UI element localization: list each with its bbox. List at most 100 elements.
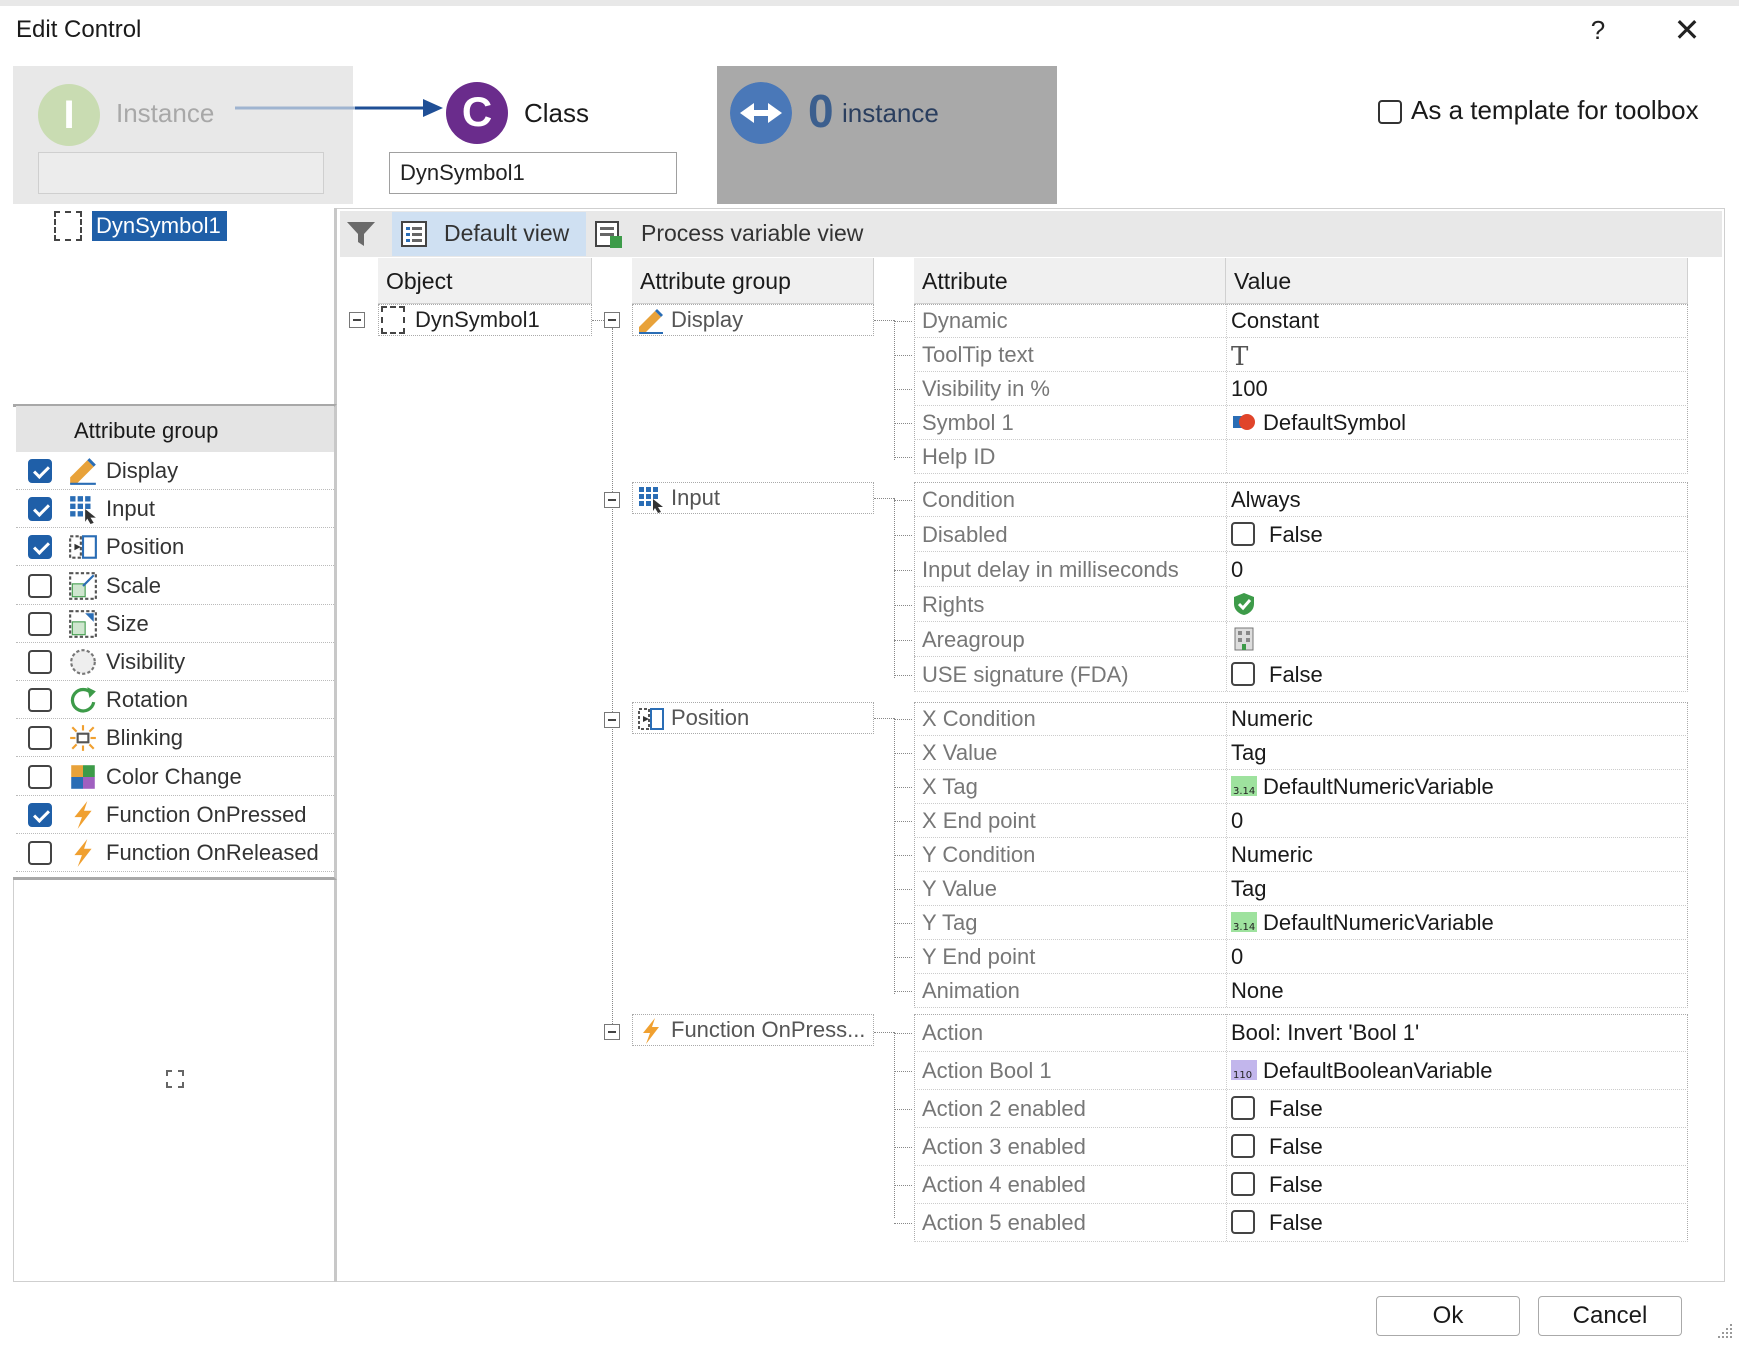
attribute-group-checkbox-function-onpressed[interactable]: [28, 802, 52, 827]
value-checkbox[interactable]: [1231, 662, 1255, 687]
attribute-value[interactable]: 3.14 DefaultNumericVariable: [1231, 910, 1494, 936]
collapse-position-toggle[interactable]: [604, 712, 620, 728]
attribute-value[interactable]: 0: [1231, 557, 1243, 583]
tree-group-display[interactable]: Display: [632, 304, 874, 336]
attribute-group-row[interactable]: Input: [16, 490, 334, 529]
attribute-group-row[interactable]: Visibility: [16, 643, 334, 681]
attribute-row[interactable]: Y Condition Numeric: [914, 838, 1688, 872]
process-variable-view-button[interactable]: Process variable view: [641, 220, 863, 247]
value-checkbox[interactable]: [1231, 1096, 1255, 1121]
attribute-group-checkbox-position[interactable]: [28, 535, 52, 560]
attribute-row[interactable]: Action 4 enabled False: [914, 1166, 1688, 1204]
attribute-value[interactable]: Numeric: [1231, 842, 1313, 868]
attribute-value[interactable]: 3.14 DefaultNumericVariable: [1231, 774, 1494, 800]
attribute-row[interactable]: X Value Tag: [914, 736, 1688, 770]
attribute-row[interactable]: Y Tag 3.14 DefaultNumericVariable: [914, 906, 1688, 940]
attribute-group-row[interactable]: Display: [16, 452, 334, 490]
attribute-row[interactable]: Symbol 1 DefaultSymbol: [914, 406, 1688, 440]
value-checkbox[interactable]: [1231, 1134, 1255, 1159]
attribute-group-checkbox-blinking[interactable]: [28, 726, 52, 751]
attribute-row[interactable]: X Tag 3.14 DefaultNumericVariable: [914, 770, 1688, 804]
attribute-value[interactable]: False: [1231, 662, 1323, 688]
attribute-row[interactable]: Visibility in % 100: [914, 372, 1688, 406]
attribute-value[interactable]: False: [1231, 1096, 1323, 1122]
attribute-group-row[interactable]: Position: [16, 528, 334, 567]
collapse-object-toggle[interactable]: [349, 312, 365, 328]
attribute-row[interactable]: Dynamic Constant: [914, 304, 1688, 338]
value-checkbox[interactable]: [1231, 1210, 1255, 1235]
attribute-value[interactable]: Bool: Invert 'Bool 1': [1231, 1020, 1419, 1046]
attribute-row[interactable]: Areagroup: [914, 622, 1688, 657]
attribute-row[interactable]: Condition Always: [914, 482, 1688, 517]
tree-object-cell[interactable]: DynSymbol1: [378, 304, 592, 336]
tree-group-position[interactable]: Position: [632, 702, 874, 734]
attribute-row[interactable]: X End point 0: [914, 804, 1688, 838]
attribute-value[interactable]: Always: [1231, 487, 1301, 513]
attribute-group-row[interactable]: Scale: [16, 567, 334, 605]
attribute-group-row[interactable]: Function OnPressed: [16, 796, 334, 834]
object-tree-item-selected[interactable]: DynSymbol1: [92, 211, 227, 241]
resize-grip-icon[interactable]: [1716, 1322, 1734, 1340]
close-button[interactable]: ✕: [1662, 10, 1712, 50]
attribute-row[interactable]: Action 5 enabled False: [914, 1204, 1688, 1242]
class-name-input[interactable]: DynSymbol1: [389, 152, 677, 194]
attribute-value[interactable]: False: [1231, 1134, 1323, 1160]
filter-icon[interactable]: [345, 218, 377, 250]
attribute-row[interactable]: Y End point 0: [914, 940, 1688, 974]
ok-button[interactable]: Ok: [1376, 1296, 1520, 1336]
attribute-value[interactable]: Constant: [1231, 308, 1319, 334]
attribute-value[interactable]: False: [1231, 522, 1323, 548]
attribute-value[interactable]: None: [1231, 978, 1284, 1004]
attribute-row[interactable]: Action Bool: Invert 'Bool 1': [914, 1014, 1688, 1052]
attribute-group-checkbox-display[interactable]: [28, 459, 52, 483]
attribute-value[interactable]: False: [1231, 1210, 1323, 1236]
collapse-function-toggle[interactable]: [604, 1024, 620, 1040]
process-variable-view-icon[interactable]: [594, 220, 624, 250]
attribute-group-checkbox-input[interactable]: [28, 497, 52, 522]
template-checkbox[interactable]: [1378, 100, 1402, 124]
attribute-group-row[interactable]: Function OnReleased: [16, 834, 334, 872]
attribute-group-row[interactable]: Rotation: [16, 681, 334, 720]
attribute-row[interactable]: ToolTip text T: [914, 338, 1688, 372]
attribute-value[interactable]: Numeric: [1231, 706, 1313, 732]
attribute-group-row[interactable]: Color Change: [16, 758, 334, 796]
attribute-row[interactable]: Action Bool 1 110 DefaultBooleanVariable: [914, 1052, 1688, 1090]
attribute-group-checkbox-color-change[interactable]: [28, 764, 52, 789]
tree-group-function-onpressed[interactable]: Function OnPress...: [632, 1014, 874, 1046]
attribute-group-checkbox-size[interactable]: [28, 611, 52, 636]
attribute-row[interactable]: Animation None: [914, 974, 1688, 1008]
attribute-row[interactable]: Help ID: [914, 440, 1688, 474]
attribute-value[interactable]: DefaultSymbol: [1231, 410, 1406, 436]
attribute-group-checkbox-visibility[interactable]: [28, 650, 52, 674]
attribute-group-checkbox-function-onreleased[interactable]: [28, 841, 52, 865]
tree-group-input[interactable]: Input: [632, 482, 874, 514]
attribute-row[interactable]: Action 3 enabled False: [914, 1128, 1688, 1166]
attribute-value[interactable]: Tag: [1231, 740, 1266, 766]
value-checkbox[interactable]: [1231, 1172, 1255, 1197]
attribute-value[interactable]: [1231, 592, 1263, 618]
attribute-value[interactable]: 0: [1231, 944, 1243, 970]
attribute-value[interactable]: False: [1231, 1172, 1323, 1198]
template-label[interactable]: As a template for toolbox: [1411, 95, 1699, 126]
attribute-group-checkbox-scale[interactable]: [28, 573, 52, 598]
attribute-row[interactable]: USE signature (FDA) False: [914, 657, 1688, 692]
attribute-row[interactable]: Y Value Tag: [914, 872, 1688, 906]
attribute-row[interactable]: Input delay in milliseconds 0: [914, 552, 1688, 587]
attribute-value[interactable]: 110 DefaultBooleanVariable: [1231, 1058, 1493, 1084]
attribute-value[interactable]: T: [1231, 342, 1248, 372]
value-checkbox[interactable]: [1231, 522, 1255, 547]
attribute-row[interactable]: Rights: [914, 587, 1688, 622]
attribute-value[interactable]: 0: [1231, 808, 1243, 834]
attribute-row[interactable]: X Condition Numeric: [914, 702, 1688, 736]
attribute-value[interactable]: 100: [1231, 376, 1268, 402]
attribute-row[interactable]: Action 2 enabled False: [914, 1090, 1688, 1128]
collapse-display-toggle[interactable]: [604, 312, 620, 328]
attribute-value[interactable]: Tag: [1231, 876, 1266, 902]
attribute-group-row[interactable]: Blinking: [16, 719, 334, 758]
attribute-group-row[interactable]: Size: [16, 605, 334, 643]
help-button[interactable]: ?: [1575, 10, 1621, 50]
attribute-value[interactable]: [1231, 627, 1263, 653]
collapse-input-toggle[interactable]: [604, 492, 620, 508]
cancel-button[interactable]: Cancel: [1538, 1296, 1682, 1336]
attribute-group-checkbox-rotation[interactable]: [28, 688, 52, 713]
